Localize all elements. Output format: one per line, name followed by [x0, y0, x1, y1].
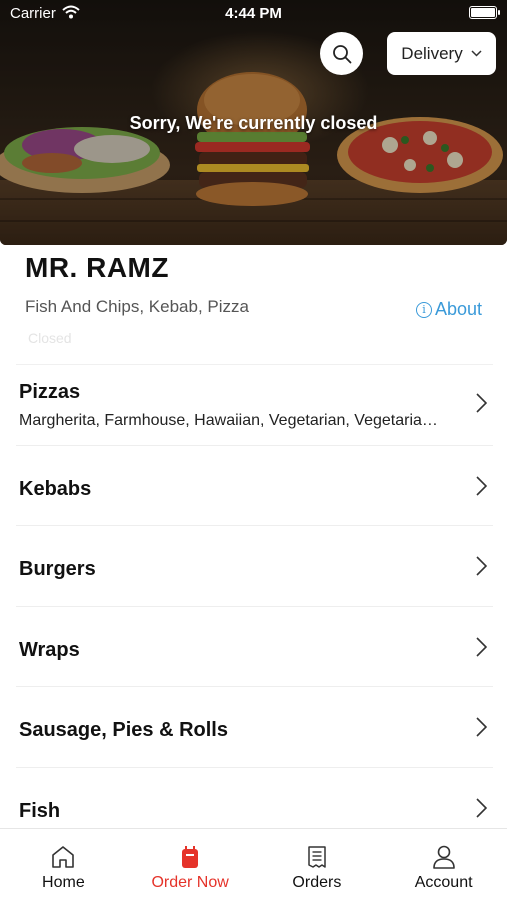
info-icon: i	[415, 301, 432, 318]
tab-label: Home	[42, 874, 85, 891]
menu-category-pizzas[interactable]: Pizzas Margherita, Farmhouse, Hawaiian, …	[16, 364, 493, 445]
tab-home[interactable]: Home	[0, 829, 127, 900]
bottom-tab-bar: Home Order Now Orders Account	[0, 828, 507, 900]
receipt-icon	[308, 846, 326, 868]
tab-label: Account	[414, 874, 473, 891]
tab-orders[interactable]: Orders	[254, 829, 381, 900]
chevron-down-icon	[471, 50, 482, 57]
menu-category-wraps[interactable]: Wraps	[16, 605, 493, 687]
delivery-mode-dropdown[interactable]: Delivery	[387, 32, 496, 75]
home-icon	[52, 846, 75, 868]
chevron-right-icon	[476, 636, 487, 657]
category-title: Wraps	[19, 638, 80, 661]
category-items-preview: Margherita, Farmhouse, Hawaiian, Vegetar…	[19, 412, 444, 429]
battery-icon	[469, 6, 500, 19]
delivery-mode-label: Delivery	[401, 43, 463, 63]
category-title: Sausage, Pies & Rolls	[19, 719, 228, 741]
restaurant-name: MR. RAMZ	[25, 252, 169, 283]
person-icon	[432, 845, 455, 869]
chevron-right-icon	[476, 556, 487, 576]
category-title: Burgers	[19, 558, 96, 580]
chevron-right-icon	[476, 475, 487, 496]
tab-label: Order Now	[151, 874, 229, 891]
about-label: About	[434, 299, 482, 319]
restaurant-status: Closed	[28, 330, 72, 346]
search-icon	[332, 44, 351, 63]
category-title: Kebabs	[19, 477, 92, 500]
restaurant-cuisines: Fish And Chips, Kebab, Pizza	[25, 297, 249, 316]
tab-order-now[interactable]: Order Now	[127, 829, 254, 900]
hero-banner: Carrier 4:44 PM Delivery Sorry, We're cu…	[0, 0, 507, 245]
chevron-right-icon	[476, 393, 487, 413]
category-title: Pizzas	[19, 381, 81, 403]
menu-category-list: Pizzas Margherita, Farmhouse, Hawaiian, …	[0, 364, 507, 847]
clock: 4:44 PM	[225, 5, 282, 22]
search-button[interactable]	[320, 32, 363, 75]
tab-label: Orders	[292, 874, 342, 891]
chevron-right-icon	[476, 717, 487, 737]
menu-category-kebabs[interactable]: Kebabs	[16, 444, 493, 526]
order-bag-icon	[182, 846, 199, 868]
chevron-right-icon	[476, 797, 487, 818]
about-link[interactable]: i About	[415, 299, 482, 320]
category-title: Fish	[19, 799, 61, 822]
closed-message: Sorry, We're currently closed	[129, 113, 378, 133]
menu-category-burgers[interactable]: Burgers	[16, 525, 493, 606]
tab-account[interactable]: Account	[380, 829, 507, 900]
status-bar: Carrier 4:44 PM	[0, 0, 507, 28]
menu-category-sausage-pies-rolls[interactable]: Sausage, Pies & Rolls	[16, 686, 493, 767]
